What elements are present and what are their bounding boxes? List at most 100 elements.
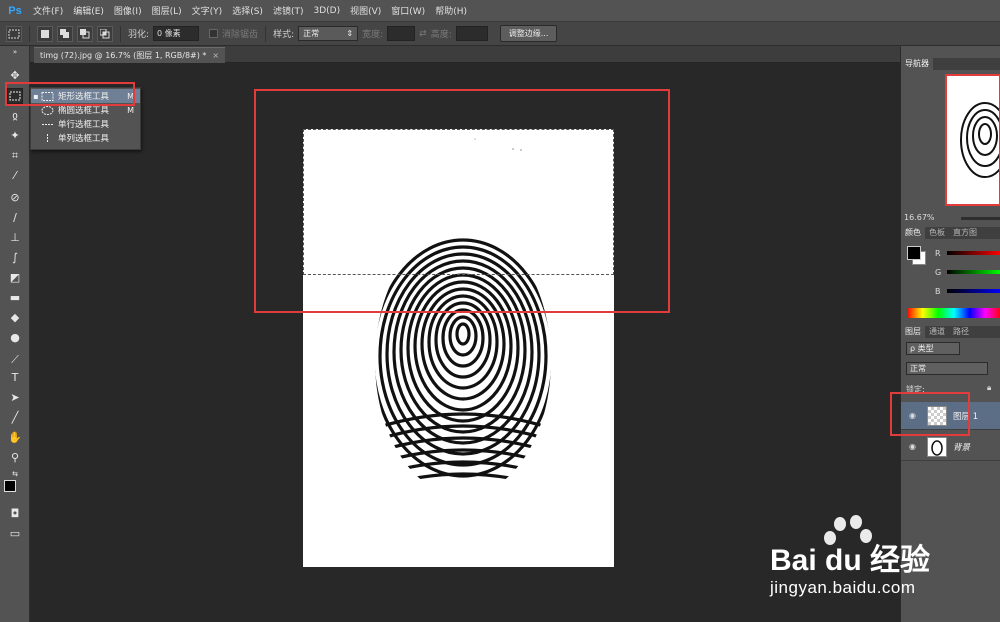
feather-label: 羽化: [128,30,150,40]
single-row-marquee-icon [42,123,53,125]
watermark-url: jingyan.baidu.com [770,578,916,597]
add-selection-button[interactable] [57,25,73,42]
subtract-selection-icon [80,28,90,38]
history-brush-tool-icon[interactable]: ∫ [7,250,23,266]
menu-3d[interactable]: 3D(D) [308,6,345,16]
visibility-eye-icon[interactable]: ◉ [909,442,916,451]
height-input[interactable] [455,26,488,41]
menu-select[interactable]: 选择(S) [227,4,268,17]
eyedropper-tool-icon[interactable]: ⁄ [7,168,23,184]
navigator-thumbnail[interactable] [945,74,1000,206]
menu-edit[interactable]: 编辑(E) [68,4,109,17]
brush-tool-icon[interactable]: ∕ [7,210,23,226]
blur-tool-icon[interactable]: ◆ [7,310,23,326]
collapse-icon[interactable]: » [7,48,23,56]
lasso-tool-icon[interactable]: ჲ [7,108,23,124]
highlight-box-layer [890,392,970,436]
type-tool-icon[interactable]: T [7,370,23,386]
style-select[interactable]: 正常 ⇕ [298,26,359,41]
style-select-value: 正常 [303,29,320,38]
new-selection-button[interactable] [37,25,53,42]
subtract-selection-button[interactable] [77,25,93,42]
channel-g-slider[interactable] [947,270,1000,274]
color-spectrum-bar[interactable] [907,308,1000,318]
options-bar: 羽化: 0 像素 消除锯齿 样式: 正常 ⇕ 宽度: ⇄ 高度: 调整边缘... [0,22,1000,46]
menu-filter[interactable]: 滤镜(T) [268,4,309,17]
menu-view[interactable]: 视图(V) [345,4,386,17]
refine-edge-button[interactable]: 调整边缘... [499,25,558,42]
path-selection-tool-icon[interactable]: ➤ [7,390,23,406]
navigator-preview-image [960,102,1000,178]
antialias-checkbox[interactable] [209,29,219,38]
swap-icon[interactable]: ⇄ [419,29,427,39]
foreground-color-swatch[interactable] [907,246,921,260]
width-input[interactable] [387,26,416,41]
pen-tool-icon[interactable]: ⟋ [7,352,23,368]
tab-histogram[interactable]: 直方图 [949,227,981,239]
channel-r-slider[interactable] [947,251,1000,255]
document-tab-strip: timg (72).jpg @ 16.7% (图层 1, RGB/8#) * × [30,46,900,63]
menu-type[interactable]: 文字(Y) [187,4,228,17]
channel-g-label: G [935,268,942,277]
channel-b-slider[interactable] [947,289,1000,293]
menu-window[interactable]: 窗口(W) [386,4,430,17]
channel-b-label: B [935,287,941,296]
watermark-brand: Bai du 经验 [770,544,931,577]
divider [265,25,267,42]
screen-mode-icon[interactable]: ▭ [7,526,23,542]
tool-preset-picker[interactable] [6,25,22,42]
layer-row-background[interactable]: ◉ 背景 [901,433,1000,461]
flyout-item-label: 单行选框工具 [58,120,110,130]
lock-icon[interactable]: 🔒︎ [987,383,991,393]
width-label: 宽度: [362,30,384,40]
style-label: 样式: [273,30,295,40]
close-icon[interactable]: × [212,51,219,60]
menu-file[interactable]: 文件(F) [28,4,68,17]
single-column-marquee-menu-item[interactable]: 单列选框工具 [31,131,140,145]
navigator-zoom-slider[interactable] [961,217,1000,220]
blend-mode-select[interactable]: 正常 [906,362,988,375]
tab-swatches[interactable]: 色板 [925,227,949,239]
document-tab[interactable]: timg (72).jpg @ 16.7% (图层 1, RGB/8#) * × [34,47,226,63]
tab-navigator[interactable]: 导航器 [901,58,933,70]
foreground-color-swatch[interactable] [4,480,16,492]
zoom-tool-icon[interactable]: ⚲ [7,450,23,466]
line-tool-icon[interactable]: ╱ [7,410,23,426]
layers-tabs: 图层 通道 路径 [901,326,1000,338]
shortcut-key: M [127,105,134,115]
tab-color[interactable]: 颜色 [901,227,925,239]
layer-filter-select[interactable]: ρ 类型 [906,342,960,355]
dodge-tool-icon[interactable]: ● [7,330,23,346]
tab-channels[interactable]: 通道 [925,326,949,338]
tab-layers[interactable]: 图层 [901,326,925,338]
navigator-tabs: 导航器 [901,58,1000,70]
single-column-marquee-icon [47,133,48,143]
healing-brush-tool-icon[interactable]: ⊘ [7,190,23,206]
eraser-tool-icon[interactable]: ◩ [7,270,23,286]
menu-image[interactable]: 图像(I) [109,4,147,17]
tab-paths[interactable]: 路径 [949,326,973,338]
quick-mask-icon[interactable]: ◘ [7,506,23,522]
layer-thumbnail [927,437,947,457]
flyout-item-label: 单列选框工具 [58,134,110,144]
crop-tool-icon[interactable]: ⌗ [7,148,23,164]
add-selection-icon [60,28,69,38]
marquee-preset-icon [8,29,20,38]
photoshop-logo: Ps [8,4,22,17]
single-row-marquee-menu-item[interactable]: 单行选框工具 [31,117,140,131]
hand-tool-icon[interactable]: ✋ [7,430,23,446]
feather-input[interactable]: 0 像素 [153,26,200,41]
intersect-selection-button[interactable] [97,25,113,42]
ellipse-marquee-icon [41,105,54,115]
navigator-zoom-value[interactable]: 16.67% [904,213,935,222]
menu-layer[interactable]: 图层(L) [147,4,187,17]
quick-selection-tool-icon[interactable]: ✦ [7,128,23,144]
gradient-tool-icon[interactable]: ▬ [7,290,23,306]
antialias-label: 消除锯齿 [222,30,259,40]
highlight-box-tool [5,82,135,106]
divider [120,25,121,42]
menu-help[interactable]: 帮助(H) [430,4,472,17]
clone-stamp-tool-icon[interactable]: ⊥ [7,230,23,246]
height-label: 高度: [430,30,452,40]
layer-name: 背景 [953,443,971,453]
